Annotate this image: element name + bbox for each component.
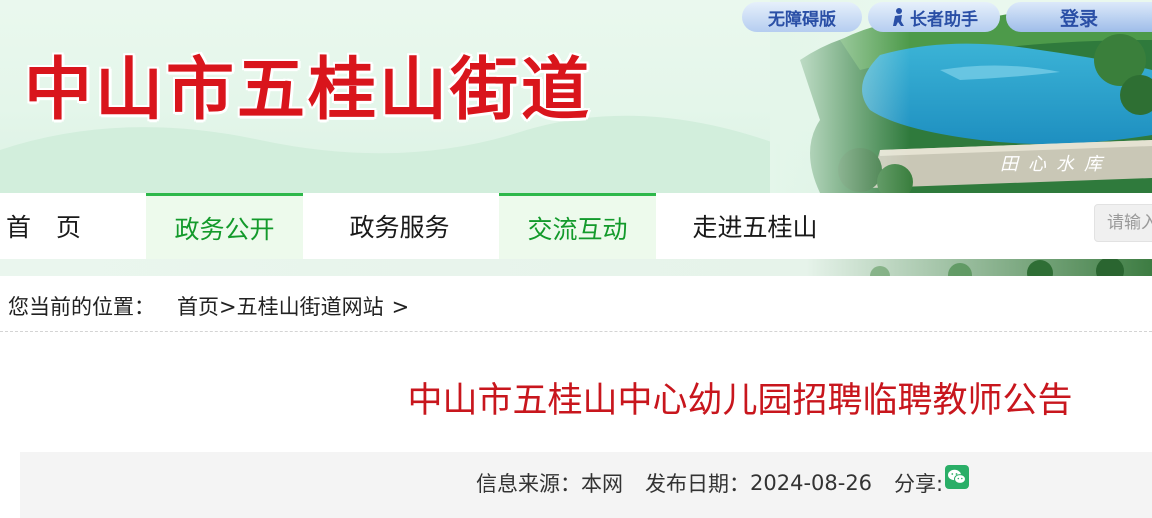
breadcrumb-site-link[interactable]: 五桂山街道网站: [237, 291, 384, 321]
login-label: 登录: [1059, 7, 1098, 30]
forest-strip: [0, 259, 1152, 276]
breadcrumb-label: 您当前的位置：: [8, 295, 155, 319]
nav-government-affairs[interactable]: 政务公开: [146, 193, 303, 259]
top-tools: 无障碍版 长者助手 登录: [742, 2, 1152, 36]
breadcrumb-separator: >: [219, 295, 237, 319]
breadcrumb-home-link[interactable]: 首页: [177, 291, 219, 321]
article-meta: 信息来源： 本网 发布日期： 2024-08-26 分享:: [476, 465, 970, 498]
breadcrumb: 您当前的位置： 首页>五桂山街道网站 >: [8, 291, 409, 321]
article-title: 中山市五桂山中心幼儿园招聘临聘教师公告: [407, 381, 1073, 421]
login-button[interactable]: 登录: [1006, 2, 1152, 32]
source-label: 信息来源：: [476, 472, 581, 496]
publish-date: 2024-08-26: [750, 471, 873, 495]
header-banner: 田心水库 中山市五桂山街道 无障碍版 长者助手 登录: [0, 0, 1152, 193]
breadcrumb-separator: >: [391, 295, 410, 319]
elder-assistant-button[interactable]: 长者助手: [868, 2, 1000, 32]
nav-home[interactable]: 首 页: [0, 193, 92, 259]
elder-assistant-label: 长者助手: [910, 9, 978, 30]
search-input[interactable]: [1094, 204, 1152, 242]
source-value: 本网: [581, 472, 623, 496]
lake-sign-text: 田心水库: [1000, 154, 1112, 175]
main-nav: 首 页 政务公开 政务服务 交流互动 走进五桂山: [0, 193, 1152, 259]
site-title: 中山市五桂山街道: [24, 50, 593, 130]
nav-government-services[interactable]: 政务服务: [322, 193, 477, 259]
nav-interaction[interactable]: 交流互动: [499, 193, 656, 259]
article-meta-bar: 信息来源： 本网 发布日期： 2024-08-26 分享:: [20, 452, 1152, 518]
date-label: 发布日期：: [645, 472, 750, 496]
divider: [0, 331, 1152, 332]
nav-about-wuguishan[interactable]: 走进五桂山: [672, 193, 838, 259]
wechat-icon[interactable]: [945, 465, 970, 489]
share-label: 分享:: [894, 472, 944, 496]
accessibility-button[interactable]: 无障碍版: [742, 2, 862, 32]
accessibility-label: 无障碍版: [768, 9, 836, 30]
elder-person-icon: [893, 8, 904, 26]
forest-strip-image: [0, 259, 1152, 276]
